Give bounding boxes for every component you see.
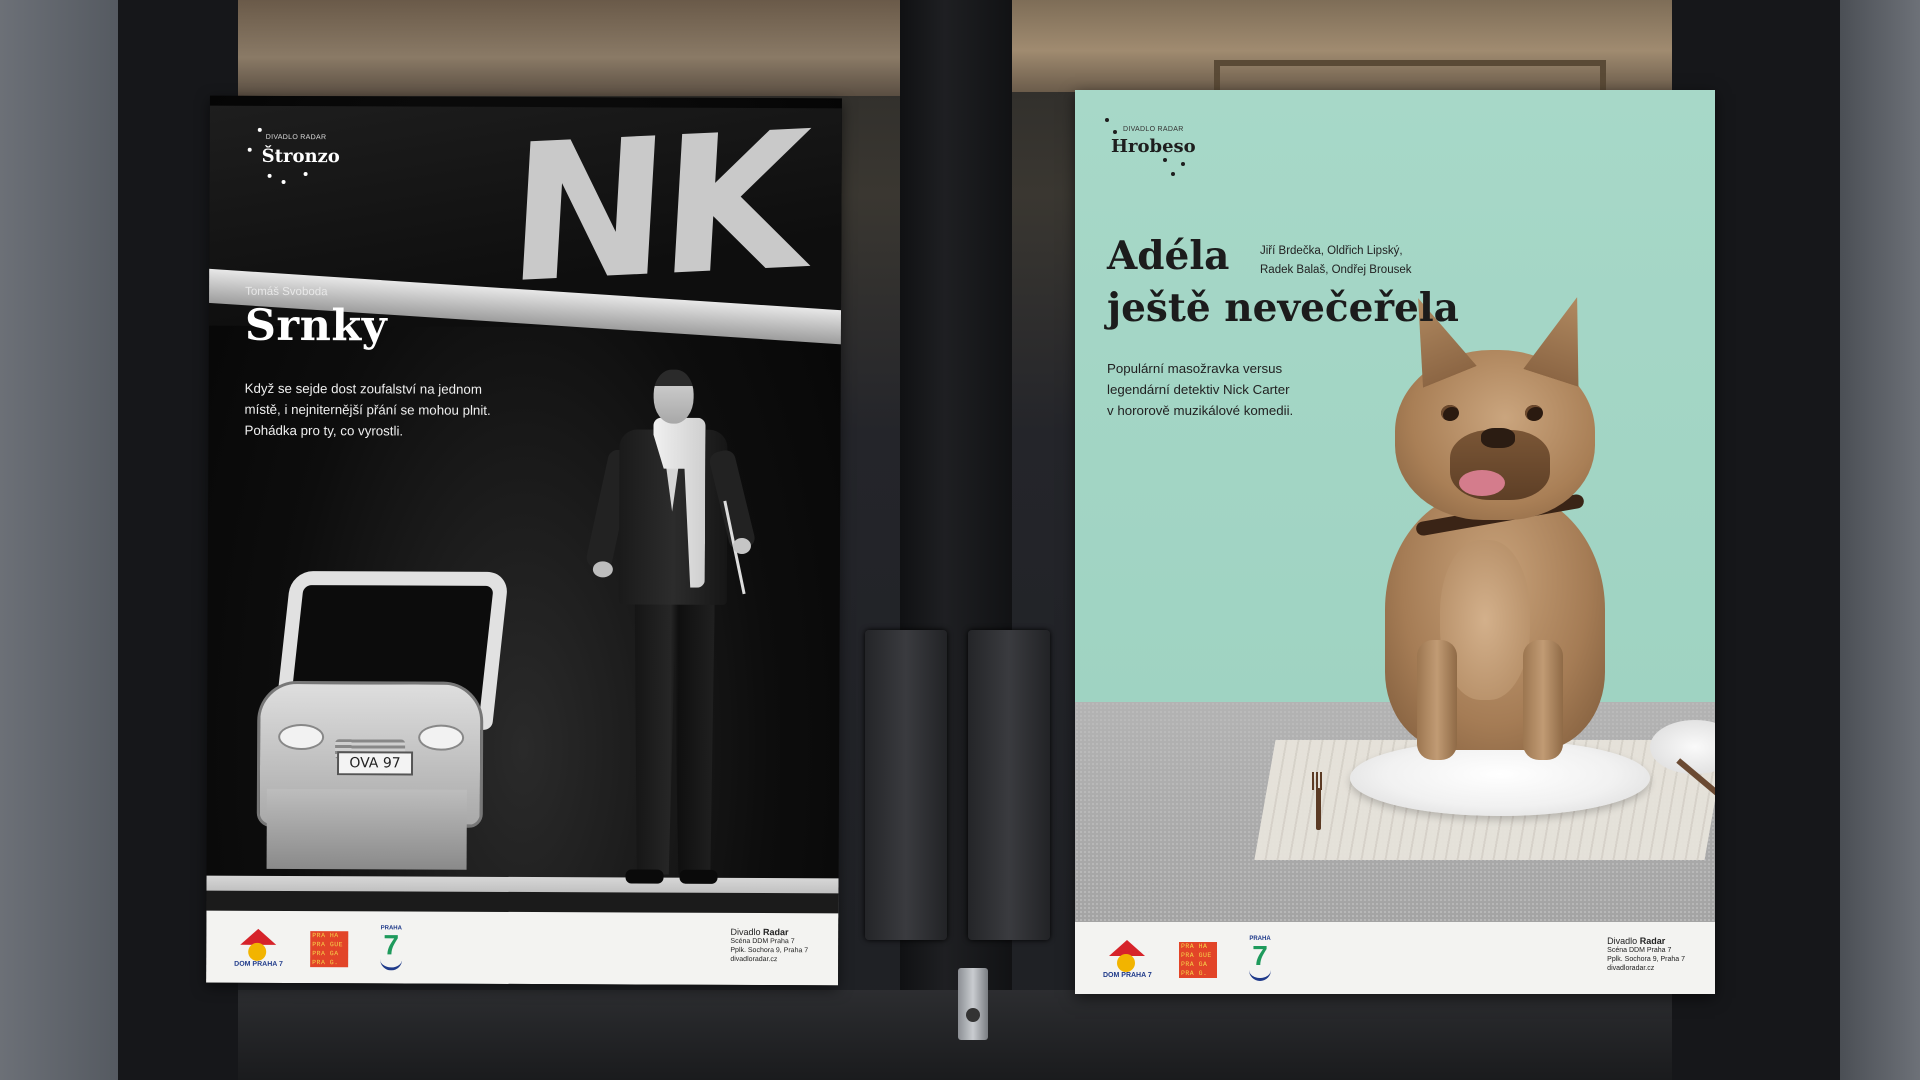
logo-prague-line: PRA HA [1181, 943, 1208, 950]
poster-footer: DOM PRAHA 7 PRA HA PRA GUE PRA GA PRA G.… [1075, 922, 1715, 994]
brand-dot [1171, 172, 1175, 176]
car-headlight-right [418, 724, 465, 751]
performer-head [653, 369, 694, 424]
brand-dot [257, 127, 262, 132]
poster-srnky: NK OVA 97 DIVADLO RADAR Štronzo Tomáš Sv… [206, 95, 842, 986]
logo-praha-7: PRAHA 7 [374, 925, 408, 971]
venue-line: Scéna DDM Praha 7 [730, 937, 795, 946]
brand-dot [303, 172, 308, 177]
logo-p7-number: 7 [383, 929, 400, 961]
play-description: Populární masožravka versus legendární d… [1107, 358, 1293, 421]
reflection-left [238, 0, 900, 96]
logo-prague-line: PRA GUE [312, 941, 344, 949]
logo-prague-line: PRA G. [312, 959, 339, 967]
sun-icon [248, 942, 267, 961]
venue-line: Pplk. Sochora 9, Praha 7 [730, 946, 809, 955]
door-lock [958, 968, 988, 1040]
logo-p7-arc [1249, 970, 1271, 981]
poster-footer: DOM PRAHA 7 PRA HA PRA GUE PRA GA PRA G.… [206, 910, 839, 986]
brand-dot [1105, 118, 1109, 122]
venue-line: divadloradar.cz [730, 955, 778, 964]
dog-nose [1481, 428, 1515, 448]
play-author: Tomáš Svoboda [245, 285, 328, 299]
logo-praha-prague: PRA HA PRA GUE PRA GA PRA G. [1179, 942, 1217, 978]
authors-line: Jiří Brdečka, Oldřich Lipský, [1260, 245, 1403, 257]
venue-prefix: Divadlo [730, 926, 761, 938]
wall-left [0, 0, 118, 1080]
brand-name: Hrobeso [1111, 136, 1196, 157]
logo-praha-7: PRAHA 7 [1243, 936, 1277, 981]
car-prop: OVA 97 [256, 570, 510, 872]
brand-subtitle: DIVADLO RADAR [1123, 126, 1184, 133]
keyhole-icon [966, 1008, 980, 1022]
logo-prague-line: PRA GUE [1181, 952, 1212, 959]
description-line: Když se sejde dost zoufalství na jednom [244, 380, 482, 397]
brand-dot [1163, 158, 1167, 162]
venue-info: Divadlo Radar Scéna DDM Praha 7 Pplk. So… [1607, 936, 1685, 973]
window-bottom [238, 990, 1672, 1080]
logo-p7-arc [380, 959, 403, 971]
description-line: Populární masožravka versus [1107, 361, 1283, 376]
logo-prague-line: PRA GA [1181, 961, 1208, 968]
authors-line: Radek Balaš, Ondřej Brousek [1260, 264, 1412, 276]
description-line: legendární detektiv Nick Carter [1107, 382, 1290, 397]
door-handle-right[interactable] [968, 630, 1050, 940]
performer-hand [592, 561, 613, 578]
stage-photo: NK OVA 97 [206, 95, 842, 919]
french-bulldog [1355, 340, 1655, 790]
venue-name: Divadlo Radar [1607, 936, 1685, 946]
logo-dom-praha7: DOM PRAHA 7 [234, 928, 283, 969]
sun-icon [1117, 954, 1135, 972]
logo-p7-number: 7 [1252, 940, 1268, 971]
logo-prague-line: PRA GA [312, 950, 339, 958]
dog-head [1395, 350, 1595, 520]
car-base [266, 788, 467, 870]
venue-name: Divadlo Radar [730, 927, 808, 937]
dog-leg [1523, 640, 1563, 760]
dog-tongue [1459, 470, 1505, 496]
dog-leg [1417, 640, 1457, 760]
description-line: místě, i nejniternější přání se mohou pl… [244, 401, 491, 418]
venue-bold: Radar [762, 927, 789, 938]
venue-line: Pplk. Sochora 9, Praha 7 [1607, 956, 1685, 963]
performer-legs [634, 599, 715, 874]
venue-line: Scéna DDM Praha 7 [1607, 947, 1672, 954]
performer-shoe [625, 869, 664, 884]
brand-dot [281, 179, 286, 184]
dog-eye [1441, 405, 1459, 421]
performer-hand [732, 537, 752, 554]
brand-dot [247, 147, 252, 152]
brand-dot [1113, 130, 1117, 134]
venue-line: divadloradar.cz [1607, 965, 1655, 972]
performer [584, 369, 757, 890]
fork-icon [1312, 772, 1324, 832]
car-headlight-left [278, 723, 325, 751]
fork-stem [1316, 788, 1321, 830]
performer-shoe [679, 869, 718, 884]
logo-prague-line: PRA HA [312, 932, 339, 940]
play-title: Srnky [244, 300, 388, 352]
play-authors: Jiří Brdečka, Oldřich Lipský, Radek Bala… [1260, 242, 1412, 280]
license-plate: OVA 97 [336, 751, 414, 776]
logo-praha-prague: PRA HA PRA GUE PRA GA PRA G. [310, 931, 349, 968]
venue-prefix: Divadlo [1607, 936, 1638, 946]
brand-dot [1181, 162, 1185, 166]
play-description: Když se sejde dost zoufalství na jednom … [244, 378, 534, 442]
door-handle-left[interactable] [865, 630, 947, 940]
logo-prague-line: PRA G. [1181, 970, 1208, 977]
dog-eye [1525, 405, 1543, 421]
poster-adela: DIVADLO RADAR Hrobeso Adéla ještě neveče… [1075, 90, 1715, 994]
logo-dom-text: DOM PRAHA 7 [234, 960, 283, 968]
logo-dom-text: DOM PRAHA 7 [1103, 972, 1152, 979]
brand-name: Štronzo [261, 145, 340, 168]
title-line: ještě nevečeřela [1107, 285, 1459, 331]
brand-dot [267, 173, 272, 178]
logo-dom-praha7: DOM PRAHA 7 [1103, 940, 1152, 980]
description-line: Pohádka pro ty, co vyrostli. [244, 422, 404, 439]
venue-info: Divadlo Radar Scéna DDM Praha 7 Pplk. So… [730, 927, 808, 964]
brand-subtitle: DIVADLO RADAR [265, 133, 327, 142]
description-line: v hororově muzikálové komedii. [1107, 403, 1294, 418]
venue-bold: Radar [1639, 936, 1666, 946]
wall-right [1840, 0, 1920, 1080]
